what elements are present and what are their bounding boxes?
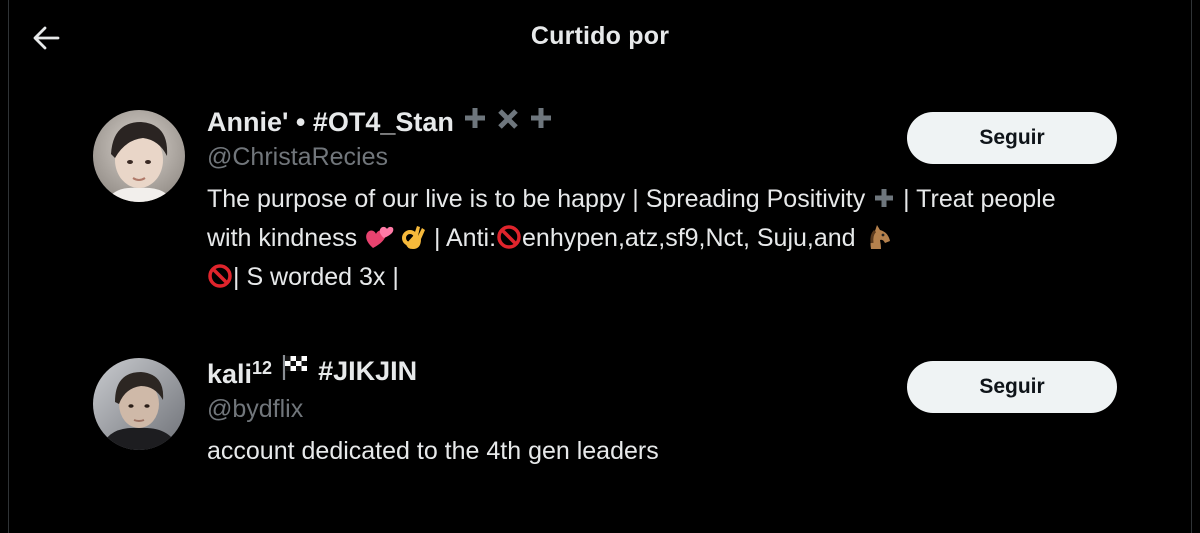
bio-text: | S worded 3x | <box>233 263 399 291</box>
plus-icon <box>528 104 554 140</box>
user-cell[interactable]: kali12 #JIKJIN @bydflix account dedicate… <box>0 350 1200 480</box>
avatar[interactable] <box>93 358 185 450</box>
horse-emoji <box>863 223 893 256</box>
bio-text: | Anti: <box>433 224 497 252</box>
header: Curtido por <box>0 0 1200 80</box>
prohibited-emoji <box>207 263 233 294</box>
follow-button[interactable]: Seguir <box>907 112 1117 164</box>
prohibited-emoji <box>496 224 522 255</box>
display-name[interactable]: Annie' • #OT4_Stan <box>207 104 454 140</box>
checkered-flag-emoji <box>280 353 310 390</box>
display-name-tag[interactable]: #JIKJIN <box>318 353 417 389</box>
cross-icon <box>496 104 520 140</box>
user-bio: account dedicated to the 4th gen leaders <box>207 437 659 465</box>
display-name[interactable]: kali12 <box>207 350 272 392</box>
display-name-main: kali <box>207 359 253 389</box>
plus-icon <box>872 186 896 215</box>
plus-icon <box>462 104 488 140</box>
two-hearts-emoji <box>364 224 394 255</box>
display-name-superscript: 12 <box>252 358 273 378</box>
bio-text: enhypen,atz,sf9,Nct, Suju,and <box>522 224 856 252</box>
user-cell[interactable]: Annie' • #OT4_Stan @ChristaRecies The pu… <box>0 104 1200 314</box>
ok-hand-emoji <box>401 223 427 256</box>
avatar[interactable] <box>93 110 185 202</box>
bio-text: The purpose of our live is to be happy |… <box>207 185 866 213</box>
likes-page: Curtido por Annie' • #OT4_Stan @ChristaR… <box>0 0 1200 533</box>
follow-button[interactable]: Seguir <box>907 361 1117 413</box>
user-bio: The purpose of our live is to be happy |… <box>207 180 1097 297</box>
page-title: Curtido por <box>530 22 670 50</box>
